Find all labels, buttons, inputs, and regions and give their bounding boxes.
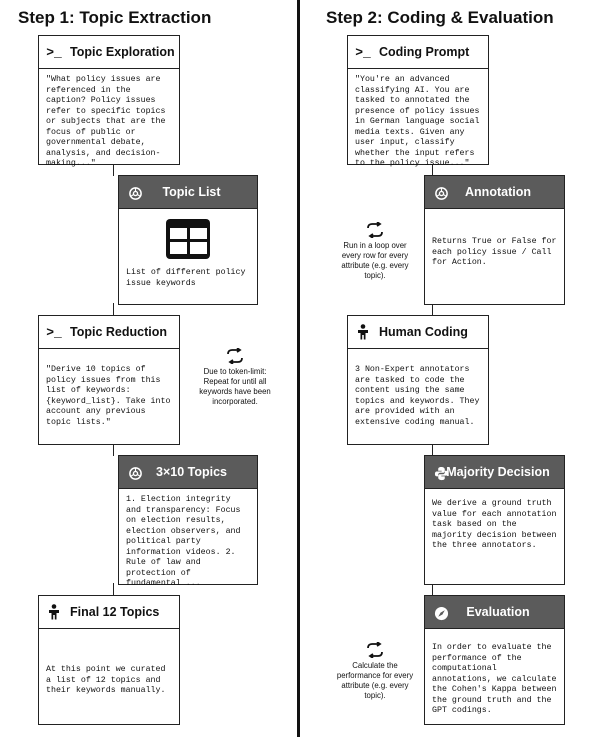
coding-prompt-title: Coding Prompt bbox=[379, 45, 470, 59]
annotation-note-text: Run in a loop over every row for every a… bbox=[341, 241, 409, 280]
evaluation-note-text: Calculate the performance for every attr… bbox=[336, 661, 414, 700]
annotation-text: Returns True or False for each policy is… bbox=[432, 237, 557, 267]
terminal-prompt-icon: >_ bbox=[46, 44, 62, 60]
topic-list-text: List of different policy issue keywords bbox=[126, 268, 246, 288]
final-topics-box: Final 12 Topics At this point we curated… bbox=[38, 595, 180, 725]
topic-reduction-title: Topic Reduction bbox=[70, 325, 167, 339]
loop-icon bbox=[367, 222, 383, 238]
topics-3x10-title: 3×10 Topics bbox=[156, 465, 227, 479]
reduction-note-text: Due to token-limit: Repeat for until all… bbox=[199, 367, 271, 406]
topic-reduction-box: >_ Topic Reduction "Derive 10 topics of … bbox=[38, 315, 180, 445]
step2-title: Step 2: Coding & Evaluation bbox=[326, 8, 554, 27]
step1-title: Step 1: Topic Extraction bbox=[18, 8, 212, 27]
topic-list-box: Topic List List of different policy issu… bbox=[118, 175, 258, 305]
loop-icon bbox=[367, 642, 383, 658]
openai-icon bbox=[127, 465, 143, 481]
table-icon bbox=[119, 209, 257, 260]
evaluation-box: Evaluation In order to evaluate the perf… bbox=[424, 595, 565, 725]
human-icon bbox=[355, 324, 371, 340]
human-coding-box: Human Coding 3 Non-Expert annotators are… bbox=[347, 315, 489, 445]
annotation-box: Annotation Returns True or False for eac… bbox=[424, 175, 565, 305]
evaluation-text: In order to evaluate the performance of … bbox=[432, 643, 557, 715]
topic-exploration-text: "What policy issues are referenced in th… bbox=[46, 75, 166, 168]
topic-reduction-text: "Derive 10 topics of policy issues from … bbox=[46, 365, 171, 427]
openai-icon bbox=[127, 185, 143, 201]
terminal-prompt-icon: >_ bbox=[355, 44, 371, 60]
topic-exploration-title: Topic Exploration bbox=[70, 45, 175, 59]
final-topics-text: At this point we curated a list of 12 to… bbox=[46, 665, 166, 695]
topic-exploration-box: >_ Topic Exploration "What policy issues… bbox=[38, 35, 180, 168]
topic-list-title: Topic List bbox=[162, 185, 221, 199]
evaluation-title: Evaluation bbox=[466, 605, 530, 619]
column-divider bbox=[297, 0, 300, 737]
annotation-title: Annotation bbox=[465, 185, 531, 199]
final-topics-title: Final 12 Topics bbox=[70, 605, 160, 619]
terminal-prompt-icon: >_ bbox=[46, 324, 62, 340]
coding-prompt-box: >_ Coding Prompt "You're an advanced cla… bbox=[347, 35, 489, 168]
majority-decision-title: Majority Decision bbox=[446, 465, 550, 479]
human-coding-title: Human Coding bbox=[379, 325, 468, 339]
openai-icon bbox=[433, 185, 449, 201]
python-icon bbox=[433, 465, 449, 481]
topics-3x10-box: 3×10 Topics 1. Election integrity and tr… bbox=[118, 455, 258, 588]
human-icon bbox=[46, 604, 62, 620]
majority-decision-text: We derive a ground truth value for each … bbox=[432, 499, 557, 550]
topics-3x10-text: 1. Election integrity and transparency: … bbox=[126, 495, 241, 588]
compass-icon bbox=[433, 605, 449, 621]
evaluation-note: Calculate the performance for every attr… bbox=[336, 642, 414, 701]
annotation-note: Run in a loop over every row for every a… bbox=[336, 222, 414, 281]
loop-icon bbox=[227, 348, 243, 364]
coding-prompt-text: "You're an advanced classifying AI. You … bbox=[355, 75, 480, 168]
reduction-note: Due to token-limit: Repeat for until all… bbox=[196, 348, 274, 407]
majority-decision-box: Majority Decision We derive a ground tru… bbox=[424, 455, 565, 585]
human-coding-text: 3 Non-Expert annotators are tasked to co… bbox=[355, 365, 480, 427]
